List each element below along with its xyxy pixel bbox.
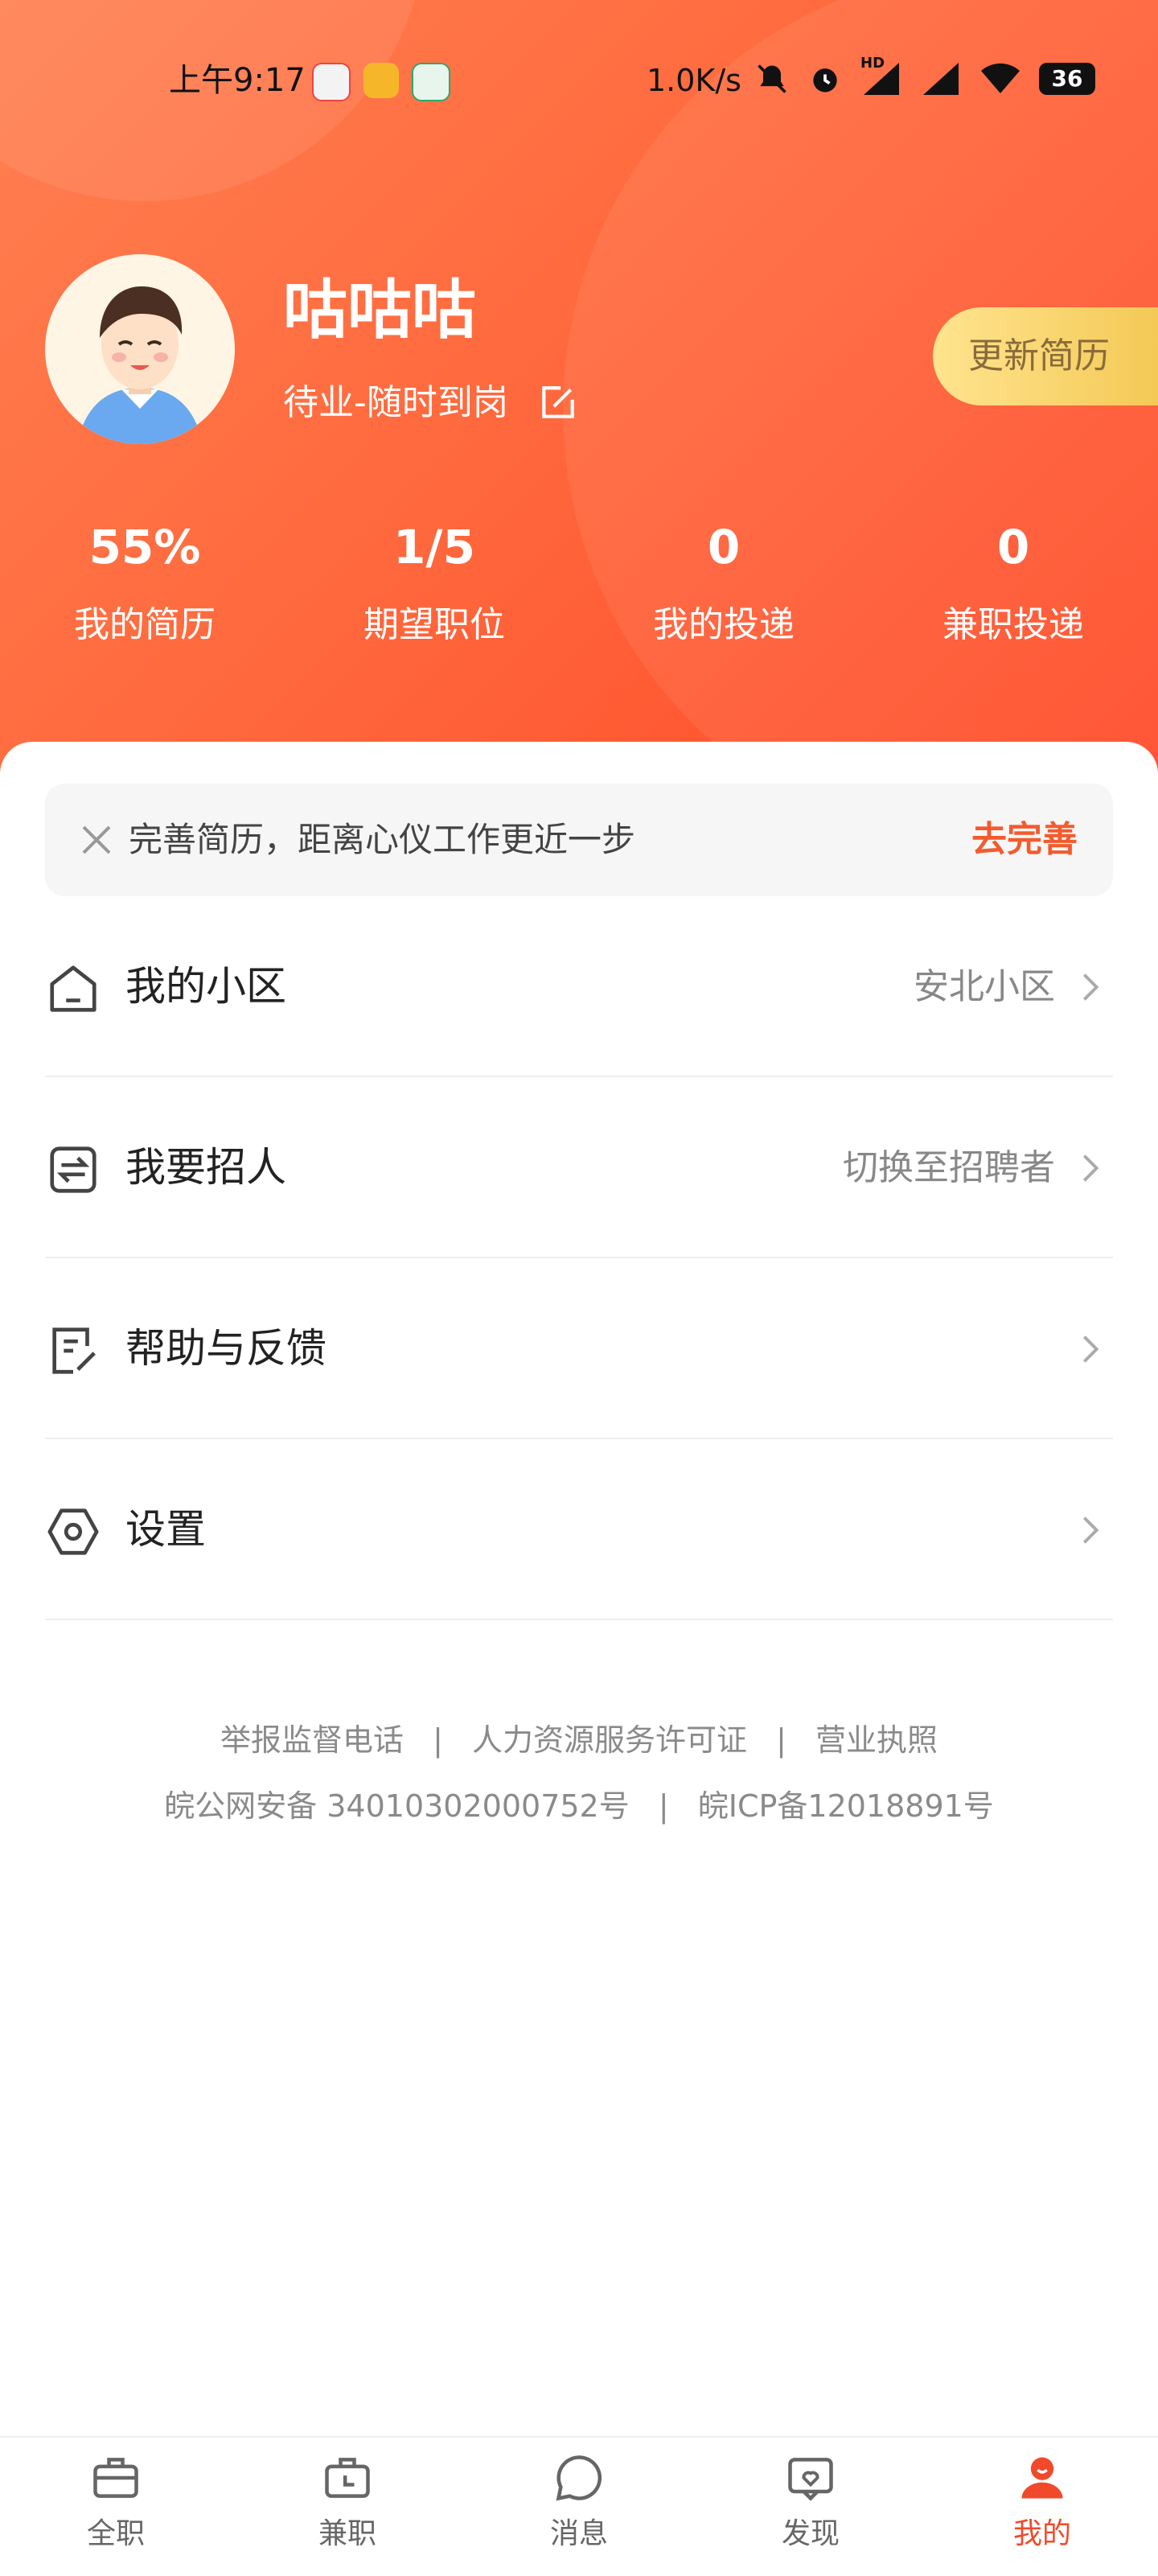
update-resume-button[interactable]: 更新简历: [933, 307, 1158, 405]
status-bar: 上午9:17 1.0K/s HD 36: [0, 55, 1158, 105]
nav-full-time[interactable]: 全职: [0, 2438, 232, 2576]
menu-value: 安北小区: [914, 966, 1055, 1007]
close-icon[interactable]: [77, 821, 116, 859]
footer-links: 举报监督电话 | 人力资源服务许可证 | 营业执照: [0, 1715, 1158, 1759]
chevron-right-icon: [1082, 1516, 1099, 1544]
chevron-right-icon: [1082, 973, 1099, 1001]
footer-records: 皖公网安备 34010302000752号 | 皖ICP备12018891号: [0, 1781, 1158, 1825]
report-phone-link[interactable]: 举报监督电话: [220, 1722, 404, 1758]
cloud-notification-icon: [412, 63, 450, 101]
part-time-icon: [325, 2458, 370, 2498]
job-status[interactable]: 待业-随时到岗: [283, 377, 577, 430]
menu-label: 我要招人: [125, 1144, 286, 1191]
icp-record: 皖ICP备12018891号: [697, 1788, 994, 1824]
stat-label: 兼职投递: [942, 604, 1084, 645]
resume-tip-banner: 完善简历，距离心仪工作更近一步 去完善: [45, 784, 1113, 896]
user-name: 咕咕咕: [283, 273, 476, 348]
status-time: 上午9:17: [169, 62, 306, 99]
nav-part-time[interactable]: 兼职: [232, 2438, 463, 2576]
network-speed: 1.0K/s: [647, 63, 741, 98]
stat-value: 55%: [88, 520, 201, 574]
profile-icon: [1021, 2457, 1063, 2499]
business-license-link[interactable]: 营业执照: [815, 1722, 938, 1758]
nav-label: 兼职: [318, 2517, 376, 2550]
menu-item-community[interactable]: 我的小区 安北小区: [45, 896, 1113, 1077]
stat-label: 期望职位: [363, 604, 505, 645]
stat-expected-position[interactable]: 1/5 期望职位: [290, 515, 579, 653]
wifi-icon: [981, 63, 1020, 93]
chevron-right-icon: [1082, 1154, 1099, 1182]
stat-value: 0: [996, 520, 1030, 574]
avatar[interactable]: [45, 254, 235, 444]
stat-part-time-applications[interactable]: 0 兼职投递: [868, 515, 1158, 653]
mail-notification-icon: [363, 63, 399, 98]
nav-label: 消息: [549, 2517, 608, 2550]
stat-resume[interactable]: 55% 我的简历: [0, 515, 290, 653]
message-icon: [556, 2455, 602, 2501]
nav-label: 全职: [86, 2517, 145, 2550]
hr-license-link[interactable]: 人力资源服务许可证: [472, 1722, 747, 1758]
menu-label: 我的小区: [125, 963, 286, 1010]
menu-item-settings[interactable]: 设置: [45, 1439, 1113, 1620]
footer-separator: |: [658, 1788, 669, 1824]
edit-icon[interactable]: [537, 383, 577, 423]
briefcase-icon: [93, 2458, 138, 2498]
app-notification-icon: [312, 63, 351, 101]
menu-label: 帮助与反馈: [125, 1325, 326, 1372]
recruit-icon: [50, 1146, 96, 1193]
stat-applications[interactable]: 0 我的投递: [579, 515, 868, 653]
nav-discover[interactable]: 发现: [695, 2438, 926, 2576]
content-card: 完善简历，距离心仪工作更近一步 去完善 我的小区 安北小区 我要招人 切换至招聘…: [0, 742, 1158, 2431]
alarm-icon: [813, 68, 837, 93]
nav-mine[interactable]: 我的: [926, 2438, 1158, 2576]
signal-icon: [923, 63, 959, 95]
stats-row: 55% 我的简历 1/5 期望职位 0 我的投递 0 兼职投递: [0, 515, 1158, 653]
status-right-icons: HD 36: [754, 55, 1095, 97]
nav-label: 我的: [1012, 2517, 1071, 2550]
menu-item-help-feedback[interactable]: 帮助与反馈: [45, 1258, 1113, 1439]
complete-resume-link[interactable]: 去完善: [971, 784, 1078, 896]
footer-separator: |: [433, 1722, 443, 1758]
home-icon: [50, 965, 96, 1012]
footer-separator: |: [776, 1722, 786, 1758]
profile-header: 上午9:17 1.0K/s HD 36 咕咕咕 待业-随时到岗 更新简历 55%…: [0, 0, 1158, 772]
job-status-text: 待业-随时到岗: [283, 382, 508, 423]
nav-label: 发现: [781, 2517, 840, 2550]
settings-icon: [47, 1508, 99, 1555]
chevron-right-icon: [1082, 1335, 1099, 1363]
battery-indicator: 36: [1039, 63, 1095, 95]
feedback-icon: [52, 1327, 96, 1374]
stat-value: 1/5: [393, 520, 475, 574]
notification-icons: [312, 63, 450, 101]
menu-label: 设置: [125, 1506, 206, 1553]
bell-muted-icon: [758, 64, 786, 93]
nav-messages[interactable]: 消息: [463, 2438, 695, 2576]
hd-signal-icon: HD: [860, 55, 902, 97]
bottom-nav: 全职 兼职 消息 发现 我的: [0, 2436, 1158, 2576]
stat-label: 我的简历: [74, 604, 216, 645]
stat-value: 0: [707, 520, 741, 574]
menu-item-recruit[interactable]: 我要招人 切换至招聘者: [45, 1077, 1113, 1258]
discover-icon: [788, 2458, 833, 2501]
stat-label: 我的投递: [653, 604, 795, 645]
police-record: 皖公网安备 34010302000752号: [164, 1788, 630, 1824]
menu-value: 切换至招聘者: [843, 1147, 1055, 1188]
avatar-illustration: [77, 286, 203, 444]
tip-text: 完善简历，距离心仪工作更近一步: [129, 820, 636, 859]
